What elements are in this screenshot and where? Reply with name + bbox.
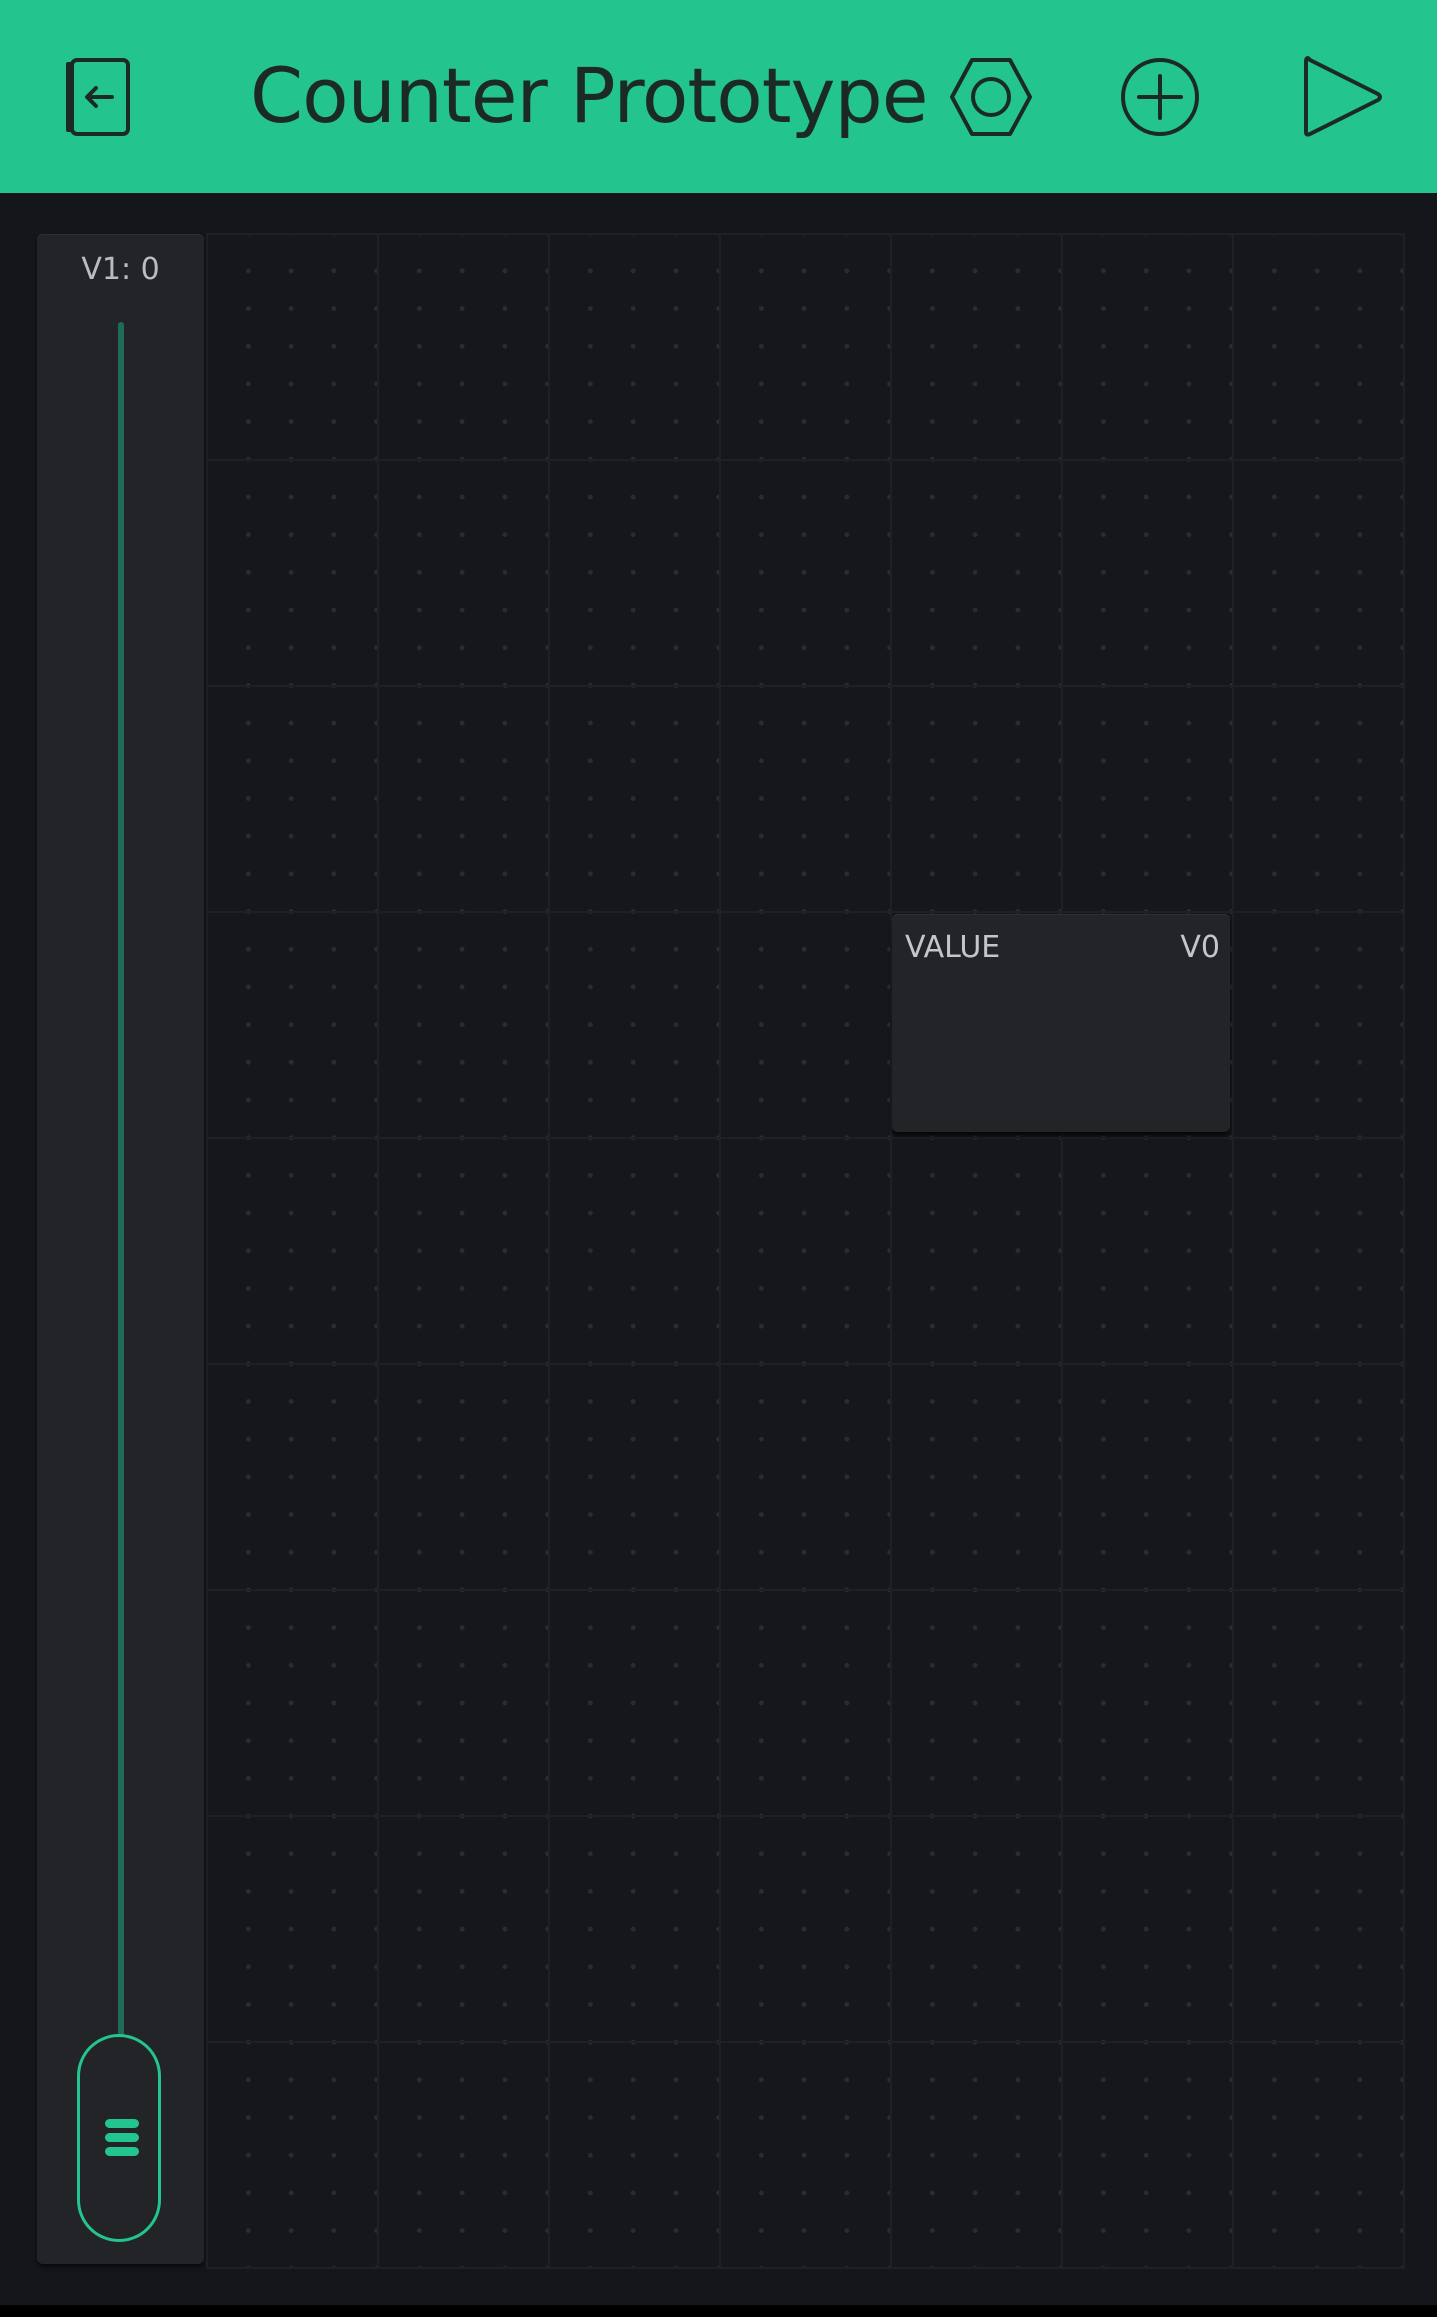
add-widget-icon[interactable] xyxy=(1115,52,1205,142)
grip-icon xyxy=(105,2119,139,2159)
system-bottom-edge xyxy=(0,2305,1437,2317)
slider-value-label: V1: 0 xyxy=(81,252,160,287)
value-display-pin: V0 xyxy=(1180,930,1220,965)
header-bar: Counter Prototype xyxy=(0,0,1437,193)
hexagon-settings-icon[interactable] xyxy=(946,52,1036,142)
vertical-slider-widget[interactable]: V1: 0 xyxy=(37,234,204,2264)
slider-track[interactable] xyxy=(118,322,124,2102)
slider-handle[interactable] xyxy=(77,2034,161,2242)
value-display-widget[interactable]: VALUE V0 xyxy=(892,914,1230,1132)
exit-project-icon[interactable] xyxy=(54,52,144,142)
widget-canvas-grid[interactable] xyxy=(206,233,1405,2269)
app-screen: Counter Prototype V1: 0 VALUE V0 xyxy=(0,0,1437,2317)
value-display-label: VALUE xyxy=(905,930,1001,965)
play-icon[interactable] xyxy=(1298,52,1388,142)
project-title: Counter Prototype xyxy=(250,51,929,140)
